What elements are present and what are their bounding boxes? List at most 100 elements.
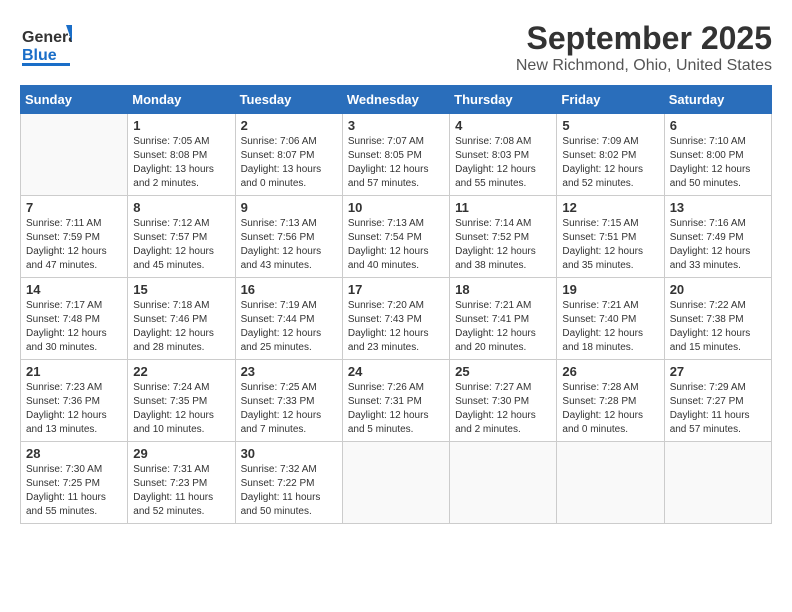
calendar-cell: 25 Sunrise: 7:27 AM Sunset: 7:30 PM Dayli… bbox=[450, 360, 557, 442]
calendar-body: 1 Sunrise: 7:05 AM Sunset: 8:08 PM Daylig… bbox=[21, 114, 772, 524]
day-number: 23 bbox=[241, 364, 337, 379]
calendar-cell: 13 Sunrise: 7:16 AM Sunset: 7:49 PM Dayli… bbox=[664, 196, 771, 278]
day-of-week-header: Thursday bbox=[450, 86, 557, 114]
calendar-cell: 23 Sunrise: 7:25 AM Sunset: 7:33 PM Dayli… bbox=[235, 360, 342, 442]
calendar-cell: 10Sunrise: 7:13 AM Sunset: 7:54 PM Dayli… bbox=[342, 196, 449, 278]
calendar-cell: 21 Sunrise: 7:23 AM Sunset: 7:36 PM Dayli… bbox=[21, 360, 128, 442]
day-info: Sunrise: 7:12 AM Sunset: 7:57 PM Dayligh… bbox=[133, 217, 229, 273]
calendar-cell: 4 Sunrise: 7:08 AM Sunset: 8:03 PM Daylig… bbox=[450, 114, 557, 196]
day-info: Sunrise: 7:13 AM Sunset: 7:56 PM Dayligh… bbox=[241, 217, 337, 273]
day-info: Sunrise: 7:30 AM Sunset: 7:25 PM Dayligh… bbox=[26, 463, 122, 519]
calendar-cell: 22 Sunrise: 7:24 AM Sunset: 7:35 PM Dayli… bbox=[128, 360, 235, 442]
day-info: Sunrise: 7:32 AM Sunset: 7:22 PM Dayligh… bbox=[241, 463, 337, 519]
day-number: 21 bbox=[26, 364, 122, 379]
day-number: 2 bbox=[241, 118, 337, 133]
day-info: Sunrise: 7:08 AM Sunset: 8:03 PM Dayligh… bbox=[455, 135, 551, 191]
day-number: 14 bbox=[26, 282, 122, 297]
day-number: 7 bbox=[26, 200, 122, 215]
calendar-cell bbox=[450, 442, 557, 524]
calendar-cell: 29Sunrise: 7:31 AM Sunset: 7:23 PM Dayli… bbox=[128, 442, 235, 524]
day-info: Sunrise: 7:13 AM Sunset: 7:54 PM Dayligh… bbox=[348, 217, 444, 273]
day-number: 5 bbox=[562, 118, 658, 133]
page-header: General Blue September 2025 New Richmond… bbox=[20, 20, 772, 75]
calendar-cell: 24Sunrise: 7:26 AM Sunset: 7:31 PM Dayli… bbox=[342, 360, 449, 442]
day-number: 25 bbox=[455, 364, 551, 379]
calendar-cell: 14 Sunrise: 7:17 AM Sunset: 7:48 PM Dayli… bbox=[21, 278, 128, 360]
logo: General Blue bbox=[20, 20, 72, 68]
calendar-cell: 8 Sunrise: 7:12 AM Sunset: 7:57 PM Daylig… bbox=[128, 196, 235, 278]
calendar-cell: 19 Sunrise: 7:21 AM Sunset: 7:40 PM Dayli… bbox=[557, 278, 664, 360]
day-info: Sunrise: 7:09 AM Sunset: 8:02 PM Dayligh… bbox=[562, 135, 658, 191]
day-of-week-header: Friday bbox=[557, 86, 664, 114]
day-info: Sunrise: 7:11 AM Sunset: 7:59 PM Dayligh… bbox=[26, 217, 122, 273]
day-number: 18 bbox=[455, 282, 551, 297]
calendar-cell bbox=[342, 442, 449, 524]
calendar-week-row: 14 Sunrise: 7:17 AM Sunset: 7:48 PM Dayli… bbox=[21, 278, 772, 360]
calendar-cell: 12Sunrise: 7:15 AM Sunset: 7:51 PM Dayli… bbox=[557, 196, 664, 278]
day-info: Sunrise: 7:18 AM Sunset: 7:46 PM Dayligh… bbox=[133, 299, 229, 355]
calendar-cell: 15Sunrise: 7:18 AM Sunset: 7:46 PM Dayli… bbox=[128, 278, 235, 360]
calendar-cell: 26Sunrise: 7:28 AM Sunset: 7:28 PM Dayli… bbox=[557, 360, 664, 442]
day-info: Sunrise: 7:19 AM Sunset: 7:44 PM Dayligh… bbox=[241, 299, 337, 355]
day-info: Sunrise: 7:16 AM Sunset: 7:49 PM Dayligh… bbox=[670, 217, 766, 273]
day-number: 27 bbox=[670, 364, 766, 379]
day-info: Sunrise: 7:24 AM Sunset: 7:35 PM Dayligh… bbox=[133, 381, 229, 437]
calendar-header: SundayMondayTuesdayWednesdayThursdayFrid… bbox=[21, 86, 772, 114]
days-of-week-row: SundayMondayTuesdayWednesdayThursdayFrid… bbox=[21, 86, 772, 114]
day-info: Sunrise: 7:05 AM Sunset: 8:08 PM Dayligh… bbox=[133, 135, 229, 191]
day-info: Sunrise: 7:23 AM Sunset: 7:36 PM Dayligh… bbox=[26, 381, 122, 437]
day-of-week-header: Monday bbox=[128, 86, 235, 114]
day-info: Sunrise: 7:17 AM Sunset: 7:48 PM Dayligh… bbox=[26, 299, 122, 355]
day-number: 26 bbox=[562, 364, 658, 379]
day-info: Sunrise: 7:10 AM Sunset: 8:00 PM Dayligh… bbox=[670, 135, 766, 191]
page-title: September 2025 bbox=[516, 20, 772, 57]
day-number: 22 bbox=[133, 364, 229, 379]
calendar-cell: 11 Sunrise: 7:14 AM Sunset: 7:52 PM Dayli… bbox=[450, 196, 557, 278]
page-subtitle: New Richmond, Ohio, United States bbox=[516, 57, 772, 75]
calendar-week-row: 28 Sunrise: 7:30 AM Sunset: 7:25 PM Dayli… bbox=[21, 442, 772, 524]
day-of-week-header: Saturday bbox=[664, 86, 771, 114]
day-info: Sunrise: 7:20 AM Sunset: 7:43 PM Dayligh… bbox=[348, 299, 444, 355]
day-number: 28 bbox=[26, 446, 122, 461]
calendar-cell: 17Sunrise: 7:20 AM Sunset: 7:43 PM Dayli… bbox=[342, 278, 449, 360]
day-number: 11 bbox=[455, 200, 551, 215]
title-block: September 2025 New Richmond, Ohio, Unite… bbox=[516, 20, 772, 75]
calendar-week-row: 1 Sunrise: 7:05 AM Sunset: 8:08 PM Daylig… bbox=[21, 114, 772, 196]
calendar-week-row: 21 Sunrise: 7:23 AM Sunset: 7:36 PM Dayli… bbox=[21, 360, 772, 442]
calendar-cell: 3Sunrise: 7:07 AM Sunset: 8:05 PM Daylig… bbox=[342, 114, 449, 196]
day-number: 4 bbox=[455, 118, 551, 133]
calendar-cell: 28 Sunrise: 7:30 AM Sunset: 7:25 PM Dayli… bbox=[21, 442, 128, 524]
day-number: 20 bbox=[670, 282, 766, 297]
calendar-cell: 20 Sunrise: 7:22 AM Sunset: 7:38 PM Dayli… bbox=[664, 278, 771, 360]
calendar-cell: 16 Sunrise: 7:19 AM Sunset: 7:44 PM Dayli… bbox=[235, 278, 342, 360]
calendar-cell bbox=[664, 442, 771, 524]
day-of-week-header: Tuesday bbox=[235, 86, 342, 114]
day-info: Sunrise: 7:06 AM Sunset: 8:07 PM Dayligh… bbox=[241, 135, 337, 191]
day-number: 9 bbox=[241, 200, 337, 215]
calendar-cell: 27 Sunrise: 7:29 AM Sunset: 7:27 PM Dayli… bbox=[664, 360, 771, 442]
day-number: 16 bbox=[241, 282, 337, 297]
calendar-table: SundayMondayTuesdayWednesdayThursdayFrid… bbox=[20, 85, 772, 524]
calendar-cell: 9 Sunrise: 7:13 AM Sunset: 7:56 PM Daylig… bbox=[235, 196, 342, 278]
day-number: 13 bbox=[670, 200, 766, 215]
day-number: 8 bbox=[133, 200, 229, 215]
day-number: 19 bbox=[562, 282, 658, 297]
calendar-cell bbox=[557, 442, 664, 524]
day-info: Sunrise: 7:21 AM Sunset: 7:40 PM Dayligh… bbox=[562, 299, 658, 355]
day-of-week-header: Sunday bbox=[21, 86, 128, 114]
day-number: 30 bbox=[241, 446, 337, 461]
day-info: Sunrise: 7:25 AM Sunset: 7:33 PM Dayligh… bbox=[241, 381, 337, 437]
day-of-week-header: Wednesday bbox=[342, 86, 449, 114]
day-info: Sunrise: 7:29 AM Sunset: 7:27 PM Dayligh… bbox=[670, 381, 766, 437]
calendar-cell: 2 Sunrise: 7:06 AM Sunset: 8:07 PM Daylig… bbox=[235, 114, 342, 196]
day-info: Sunrise: 7:27 AM Sunset: 7:30 PM Dayligh… bbox=[455, 381, 551, 437]
day-number: 1 bbox=[133, 118, 229, 133]
day-info: Sunrise: 7:22 AM Sunset: 7:38 PM Dayligh… bbox=[670, 299, 766, 355]
calendar-cell: 6Sunrise: 7:10 AM Sunset: 8:00 PM Daylig… bbox=[664, 114, 771, 196]
svg-text:General: General bbox=[22, 29, 72, 46]
day-info: Sunrise: 7:21 AM Sunset: 7:41 PM Dayligh… bbox=[455, 299, 551, 355]
day-info: Sunrise: 7:07 AM Sunset: 8:05 PM Dayligh… bbox=[348, 135, 444, 191]
day-info: Sunrise: 7:14 AM Sunset: 7:52 PM Dayligh… bbox=[455, 217, 551, 273]
calendar-week-row: 7 Sunrise: 7:11 AM Sunset: 7:59 PM Daylig… bbox=[21, 196, 772, 278]
calendar-cell: 18 Sunrise: 7:21 AM Sunset: 7:41 PM Dayli… bbox=[450, 278, 557, 360]
